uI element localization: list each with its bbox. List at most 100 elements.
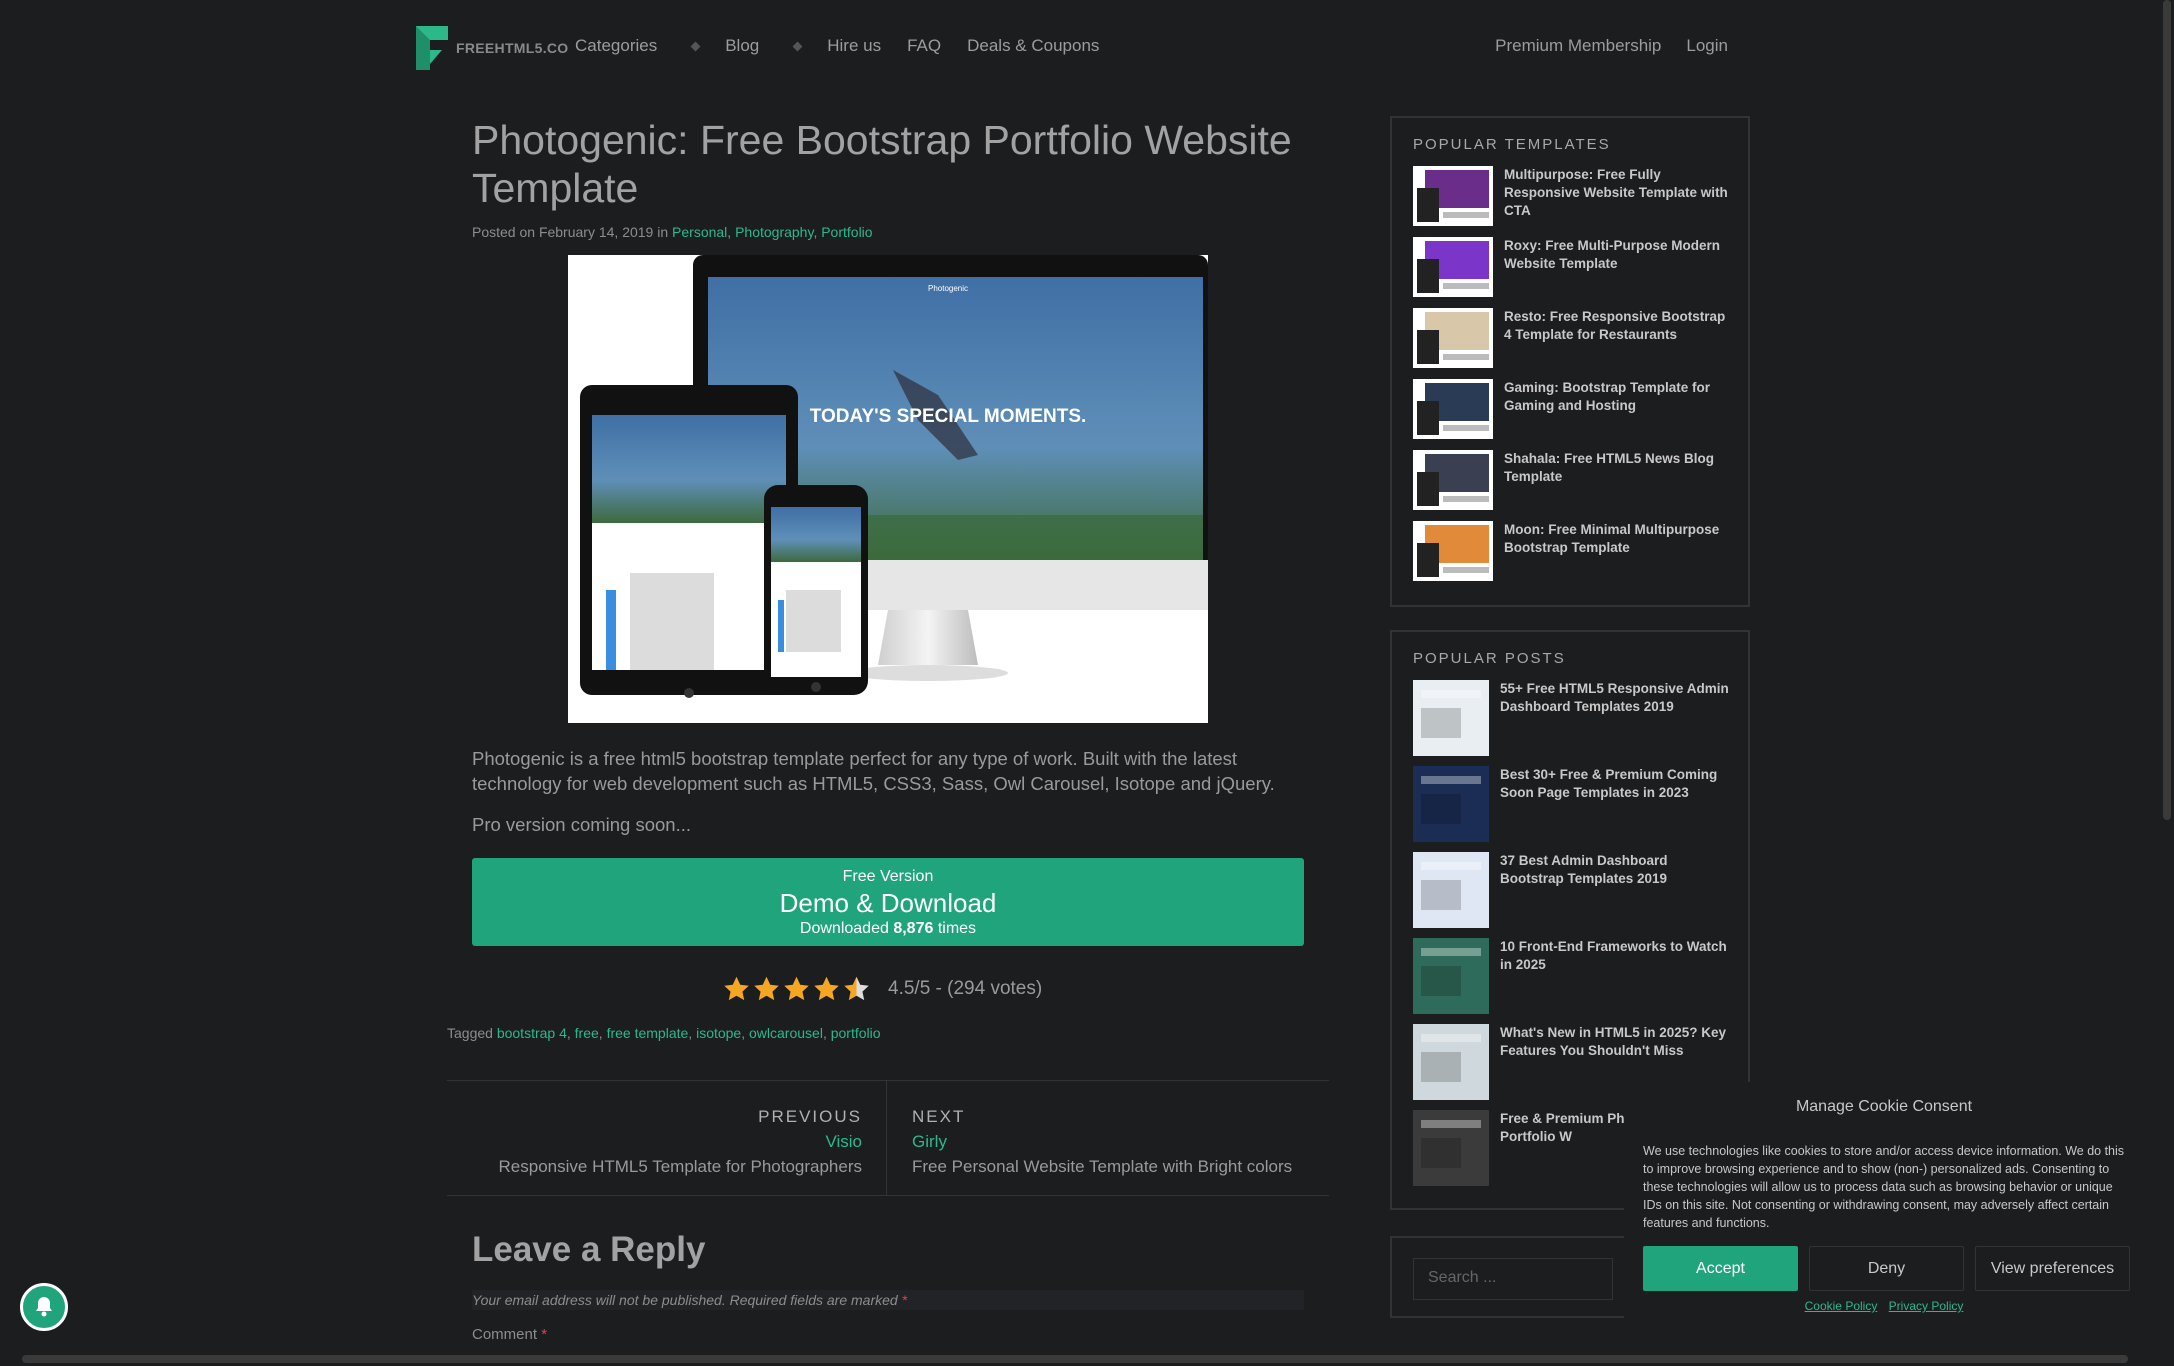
menu-item-faq[interactable]: FAQ xyxy=(907,36,941,56)
list-item[interactable]: Moon: Free Minimal Multipurpose Bootstra… xyxy=(1413,521,1748,592)
post-title: Best 30+ Free & Premium Coming Soon Page… xyxy=(1500,767,1718,800)
pro-version-note: Pro version coming soon... xyxy=(472,814,692,835)
tag-link[interactable]: owlcarousel xyxy=(749,1025,823,1041)
horizontal-scrollbar[interactable] xyxy=(0,1352,2160,1366)
star-icon[interactable] xyxy=(752,975,781,1003)
previous-label: PREVIOUS xyxy=(758,1107,862,1126)
list-item[interactable]: Best 30+ Free & Premium Coming Soon Page… xyxy=(1413,766,1748,852)
cookie-buttons: Accept Deny View preferences xyxy=(1643,1246,2144,1291)
tag-link[interactable]: portfolio xyxy=(831,1025,881,1041)
list-item[interactable]: Multipurpose: Free Fully Responsive Webs… xyxy=(1413,166,1748,237)
next-post-link[interactable]: NEXT Girly Free Personal Website Templat… xyxy=(888,1081,1292,1177)
demo-download-button[interactable]: Free Version Demo & Download Downloaded … xyxy=(472,858,1304,946)
accept-button[interactable]: Accept xyxy=(1643,1246,1798,1291)
article-header: Photogenic: Free Bootstrap Portfolio Web… xyxy=(472,116,1304,240)
list-item[interactable]: Roxy: Free Multi-Purpose Modern Website … xyxy=(1413,237,1748,308)
popular-templates-list: Multipurpose: Free Fully Responsive Webs… xyxy=(1392,166,1748,592)
category-link-portfolio[interactable]: Portfolio xyxy=(821,224,872,240)
star-icon[interactable] xyxy=(842,975,871,1003)
page-title: Photogenic: Free Bootstrap Portfolio Web… xyxy=(472,117,1292,211)
widget-title: POPULAR POSTS xyxy=(1413,650,1566,667)
next-label: NEXT xyxy=(912,1107,966,1126)
post-title: 10 Front-End Frameworks to Watch in 2025 xyxy=(1500,939,1727,972)
template-title: Roxy: Free Multi-Purpose Modern Website … xyxy=(1504,238,1721,271)
template-title: Multipurpose: Free Fully Responsive Webs… xyxy=(1504,167,1728,218)
main-menu: Categories Blog Hire us FAQ Deals & Coup… xyxy=(575,36,1125,56)
previous-title: Visio xyxy=(825,1132,862,1151)
list-item[interactable]: 37 Best Admin Dashboard Bootstrap Templa… xyxy=(1413,852,1748,938)
cookie-title: Manage Cookie Consent xyxy=(1795,1098,1973,1115)
list-item[interactable]: 55+ Free HTML5 Responsive Admin Dashboar… xyxy=(1413,680,1748,766)
privacy-policy-link[interactable]: Privacy Policy xyxy=(1889,1299,1964,1313)
popular-templates-widget: POPULAR TEMPLATES Multipurpose: Free Ful… xyxy=(1390,116,1750,607)
rating-stars[interactable] xyxy=(722,975,872,1003)
post-thumbnail xyxy=(1413,938,1489,1014)
star-icon[interactable] xyxy=(782,975,811,1003)
dropdown-icon xyxy=(690,41,701,51)
tag-link[interactable]: isotope xyxy=(696,1025,741,1041)
hero-image: TODAY'S SPECIAL MOMENTS. Photogenic xyxy=(568,255,1208,723)
category-link-personal[interactable]: Personal xyxy=(672,224,727,240)
post-date: Posted on February 14, 2019 in xyxy=(472,224,669,240)
reply-heading: Leave a Reply xyxy=(472,1230,706,1269)
account-menu: Premium Membership Login xyxy=(1470,36,1728,56)
list-item[interactable]: 10 Front-End Frameworks to Watch in 2025 xyxy=(1413,938,1748,1024)
tags-label: Tagged xyxy=(447,1025,493,1041)
menu-item-blog[interactable]: Blog xyxy=(725,36,803,56)
vertical-scrollbar[interactable] xyxy=(2160,0,2174,1366)
cookie-consent-banner: Manage Cookie Consent We use technologie… xyxy=(1624,1082,2144,1366)
list-item[interactable]: Gaming: Bootstrap Template for Gaming an… xyxy=(1413,379,1748,450)
post-thumbnail xyxy=(1413,852,1489,928)
template-thumbnail xyxy=(1413,521,1493,581)
category-link-photography[interactable]: Photography xyxy=(735,224,813,240)
template-title: Gaming: Bootstrap Template for Gaming an… xyxy=(1504,380,1711,413)
template-thumbnail xyxy=(1413,379,1493,439)
menu-label: Blog xyxy=(725,36,760,55)
post-navigation: PREVIOUS Visio Responsive HTML5 Template… xyxy=(447,1080,1329,1196)
post-thumbnail xyxy=(1413,1110,1489,1186)
search-input[interactable]: Search ... xyxy=(1413,1258,1613,1300)
hero-brand: Photogenic xyxy=(928,284,968,293)
post-title: 37 Best Admin Dashboard Bootstrap Templa… xyxy=(1500,853,1668,886)
post-meta: Posted on February 14, 2019 in Personal,… xyxy=(472,224,873,240)
previous-post-link[interactable]: PREVIOUS Visio Responsive HTML5 Template… xyxy=(447,1081,887,1195)
comment-label: Comment * xyxy=(472,1326,547,1343)
star-icon[interactable] xyxy=(812,975,841,1003)
list-item[interactable]: Resto: Free Responsive Bootstrap 4 Templ… xyxy=(1413,308,1748,379)
scrollbar-thumb[interactable] xyxy=(2163,0,2171,820)
site-logo[interactable]: FREEHTML5.CO xyxy=(416,26,569,70)
logo-text: FREEHTML5.CO xyxy=(456,40,569,56)
login-link[interactable]: Login xyxy=(1686,36,1728,56)
template-thumbnail xyxy=(1413,237,1493,297)
template-title: Shahala: Free HTML5 News Blog Template xyxy=(1504,451,1715,484)
template-thumbnail xyxy=(1413,308,1493,368)
template-thumbnail xyxy=(1413,166,1493,226)
tag-link[interactable]: bootstrap 4 xyxy=(497,1025,567,1041)
tag-link[interactable]: free template xyxy=(607,1025,689,1041)
premium-membership-link[interactable]: Premium Membership xyxy=(1495,36,1661,56)
cookie-links: Cookie Policy Privacy Policy xyxy=(1624,1299,2144,1313)
scrollbar-thumb[interactable] xyxy=(22,1355,2128,1363)
post-thumbnail xyxy=(1413,766,1489,842)
menu-item-categories[interactable]: Categories xyxy=(575,36,701,56)
list-item[interactable]: Shahala: Free HTML5 News Blog Template xyxy=(1413,450,1748,521)
post-thumbnail xyxy=(1413,680,1489,756)
cookie-policy-link[interactable]: Cookie Policy xyxy=(1805,1299,1878,1313)
notification-bell-button[interactable] xyxy=(20,1283,68,1331)
download-count-prefix: Downloaded xyxy=(799,920,889,937)
menu-item-hire-us[interactable]: Hire us xyxy=(827,36,881,56)
download-count-suffix: times xyxy=(937,920,977,937)
next-description: Free Personal Website Template with Brig… xyxy=(912,1157,1293,1176)
required-mark: * xyxy=(541,1326,548,1343)
previous-description: Responsive HTML5 Template for Photograph… xyxy=(498,1157,862,1176)
view-preferences-button[interactable]: View preferences xyxy=(1975,1246,2130,1291)
menu-item-deals[interactable]: Deals & Coupons xyxy=(967,36,1099,56)
reply-note-text: Your email address will not be published… xyxy=(472,1292,898,1308)
bell-icon xyxy=(36,1297,52,1317)
star-icon[interactable] xyxy=(722,975,751,1003)
widget-title: POPULAR TEMPLATES xyxy=(1413,136,1611,153)
tag-link[interactable]: free xyxy=(575,1025,599,1041)
download-version-label: Free Version xyxy=(842,868,934,885)
deny-button[interactable]: Deny xyxy=(1809,1246,1964,1291)
download-count-line: Downloaded 8,876 times xyxy=(472,920,1304,938)
